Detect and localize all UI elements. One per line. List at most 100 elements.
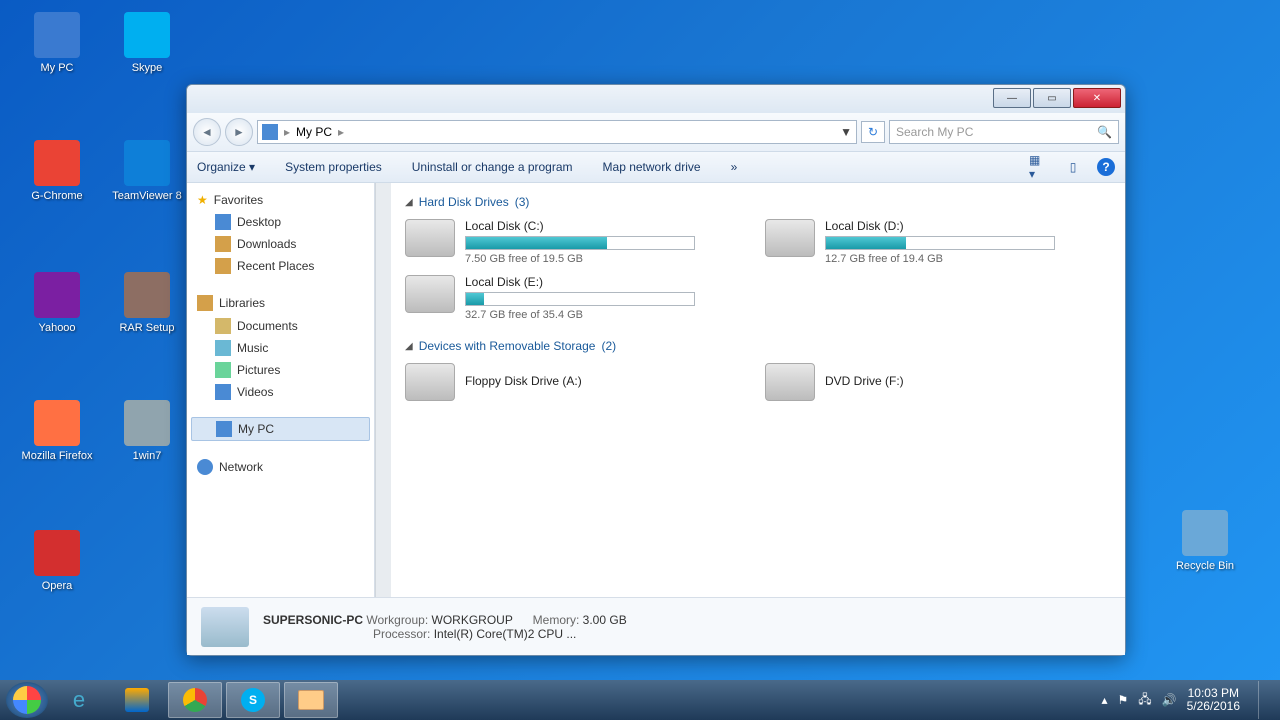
toolbar: Organize ▾ System properties Uninstall o… [187, 151, 1125, 183]
network-icon[interactable]: 🖧 [1138, 690, 1151, 711]
address-bar[interactable]: ▸ My PC ▸ ▼ [257, 120, 857, 144]
maximize-button[interactable]: ▭ [1033, 88, 1071, 108]
tray-expand-icon[interactable]: ▴ [1101, 693, 1107, 707]
drive-icon [765, 363, 815, 401]
drive-icon [405, 363, 455, 401]
favorites-header[interactable]: ★Favorites [187, 189, 374, 211]
drive-name: Local Disk (C:) [465, 219, 725, 233]
details-pane: SUPERSONIC-PC Workgroup: WORKGROUP Memor… [187, 597, 1125, 655]
icon-label: RAR Setup [108, 322, 186, 335]
drive-item[interactable]: DVD Drive (F:) [765, 363, 1085, 401]
nav-scrollbar[interactable] [375, 183, 391, 597]
close-button[interactable]: ✕ [1073, 88, 1121, 108]
drive-item[interactable]: Local Disk (E:)32.7 GB free of 35.4 GB [405, 275, 725, 321]
app-icon [34, 12, 80, 58]
icon-label: Recycle Bin [1166, 560, 1244, 573]
breadcrumb-root[interactable]: My PC [296, 125, 332, 139]
drive-icon [405, 219, 455, 257]
sidebar-item-videos[interactable]: Videos [187, 381, 374, 403]
sidebar-item-pictures[interactable]: Pictures [187, 359, 374, 381]
uninstall-program-button[interactable]: Uninstall or change a program [412, 160, 573, 174]
app-icon [1182, 510, 1228, 556]
drive-name: Local Disk (E:) [465, 275, 725, 289]
drive-name: DVD Drive (F:) [825, 374, 904, 388]
map-network-drive-button[interactable]: Map network drive [603, 160, 701, 174]
search-icon: 🔍 [1097, 125, 1112, 139]
view-options-button[interactable]: ▦ ▾ [1029, 157, 1049, 177]
desktop-icon[interactable]: Mozilla Firefox [18, 400, 96, 463]
app-icon [34, 140, 80, 186]
app-icon [124, 12, 170, 58]
drive-item[interactable]: Local Disk (D:)12.7 GB free of 19.4 GB [765, 219, 1085, 265]
app-icon [34, 400, 80, 446]
capacity-bar [825, 236, 1055, 250]
drive-icon [765, 219, 815, 257]
nav-row: ◄ ► ▸ My PC ▸ ▼ ↻ Search My PC 🔍 [187, 113, 1125, 151]
sidebar-item-desktop[interactable]: Desktop [187, 211, 374, 233]
computer-icon [201, 607, 249, 647]
back-button[interactable]: ◄ [193, 118, 221, 146]
drive-free: 12.7 GB free of 19.4 GB [825, 253, 1085, 265]
app-icon [124, 140, 170, 186]
desktop-icon[interactable]: Skype [108, 12, 186, 75]
taskbar-skype[interactable]: S [226, 682, 280, 718]
sidebar-item-downloads[interactable]: Downloads [187, 233, 374, 255]
desktop-icon[interactable]: My PC [18, 12, 96, 75]
computer-name: SUPERSONIC-PC [263, 613, 363, 627]
computer-icon [262, 124, 278, 140]
hdd-group-header[interactable]: ◢Hard Disk Drives (3) [405, 195, 1111, 209]
taskbar-ie[interactable]: e [52, 682, 106, 718]
libraries-header[interactable]: Libraries [187, 291, 374, 315]
app-icon [34, 272, 80, 318]
drive-icon [405, 275, 455, 313]
desktop-icon[interactable]: G-Chrome [18, 140, 96, 203]
address-dropdown[interactable]: ▼ [840, 125, 852, 139]
titlebar[interactable]: — ▭ ✕ [187, 85, 1125, 113]
app-icon [124, 272, 170, 318]
system-tray: ▴ ⚑ 🖧 🔊 10:03 PM5/26/2016 [1101, 681, 1274, 719]
drive-item[interactable]: Local Disk (C:)7.50 GB free of 19.5 GB [405, 219, 725, 265]
capacity-bar [465, 292, 695, 306]
preview-pane-button[interactable]: ▯ [1063, 157, 1083, 177]
taskbar-mediaplayer[interactable] [110, 682, 164, 718]
desktop-icon[interactable]: Yahooo [18, 272, 96, 335]
show-desktop-button[interactable] [1258, 681, 1268, 719]
nav-pane: ★Favorites Desktop Downloads Recent Plac… [187, 183, 375, 597]
breadcrumb-sep: ▸ [338, 125, 344, 139]
breadcrumb-sep: ▸ [284, 125, 290, 139]
sidebar-item-recent[interactable]: Recent Places [187, 255, 374, 277]
help-button[interactable]: ? [1097, 158, 1115, 176]
desktop-icon[interactable]: 1win7 [108, 400, 186, 463]
sidebar-item-music[interactable]: Music [187, 337, 374, 359]
icon-label: G-Chrome [18, 190, 96, 203]
desktop-icon[interactable]: Opera [18, 530, 96, 593]
forward-button[interactable]: ► [225, 118, 253, 146]
desktop-icon[interactable]: RAR Setup [108, 272, 186, 335]
refresh-button[interactable]: ↻ [861, 121, 885, 143]
content-pane: ◢Hard Disk Drives (3) Local Disk (C:)7.5… [391, 183, 1125, 597]
sidebar-item-mypc[interactable]: My PC [191, 417, 370, 441]
start-button[interactable] [6, 682, 48, 718]
desktop-icon[interactable]: TeamViewer 8 [108, 140, 186, 203]
search-box[interactable]: Search My PC 🔍 [889, 120, 1119, 144]
system-properties-button[interactable]: System properties [285, 160, 382, 174]
minimize-button[interactable]: — [993, 88, 1031, 108]
drive-name: Floppy Disk Drive (A:) [465, 374, 582, 388]
drive-item[interactable]: Floppy Disk Drive (A:) [405, 363, 725, 401]
action-center-icon[interactable]: ⚑ [1118, 693, 1129, 707]
capacity-bar [465, 236, 695, 250]
desktop-icon[interactable]: Recycle Bin [1166, 510, 1244, 573]
icon-label: Opera [18, 580, 96, 593]
sidebar-item-network[interactable]: Network [187, 455, 374, 479]
sidebar-item-documents[interactable]: Documents [187, 315, 374, 337]
taskbar-chrome[interactable] [168, 682, 222, 718]
clock[interactable]: 10:03 PM5/26/2016 [1187, 687, 1240, 713]
app-icon [124, 400, 170, 446]
removable-group-header[interactable]: ◢Devices with Removable Storage (2) [405, 339, 1111, 353]
icon-label: TeamViewer 8 [108, 190, 186, 203]
toolbar-overflow[interactable]: » [731, 160, 738, 174]
volume-icon[interactable]: 🔊 [1162, 693, 1177, 707]
icon-label: Mozilla Firefox [18, 450, 96, 463]
organize-menu[interactable]: Organize ▾ [197, 160, 255, 174]
taskbar-explorer[interactable] [284, 682, 338, 718]
